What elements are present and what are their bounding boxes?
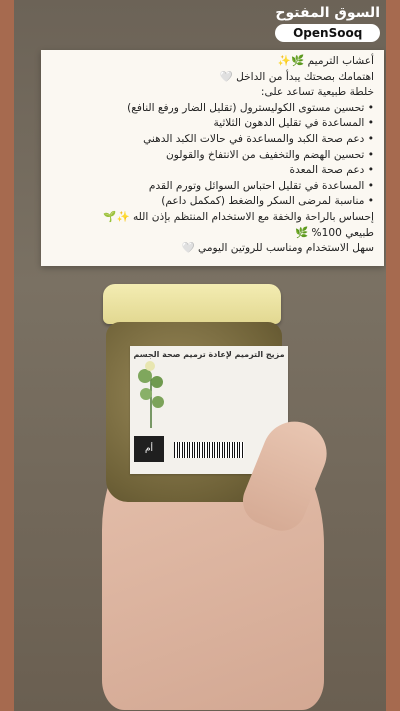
card-line: اهتمامك بصحتك يبدأ من الداخل 🤍 [219,70,374,83]
description-card: أعشاب الترميم 🌿✨ اهتمامك بصحتك يبدأ من ا… [41,50,384,266]
benefit-item: مناسبة لمرضى السكر والضغط (كمكمل داعم) [51,194,374,210]
benefit-item: دعم صحة المعدة [51,163,374,179]
brand-logo: أم [134,436,164,462]
card-line: سهل الاستخدام ومناسب للروتين اليومي 🤍 [181,242,374,255]
product-photo: أعشاب الترميم 🌿✨ اهتمامك بصحتك يبدأ من ا… [14,0,386,711]
card-line: إحساس بالراحة والخفة مع الاستخدام المنتظ… [103,210,374,223]
right-border [386,0,400,711]
logo-arabic: السوق المفتوح [275,5,380,21]
logo-english: OpenSooq [275,24,380,42]
barcode [174,442,244,458]
benefit-item: دعم صحة الكبد والمساعدة في حالات الكبد ا… [51,132,374,148]
card-line: خلطة طبيعية تساعد على: [260,86,374,99]
jar-lid [103,284,281,324]
benefit-item: تحسين مستوى الكوليسترول (تقليل الضار ورف… [51,101,374,117]
card-line: طبيعي 100% 🌿 [295,226,374,239]
opensooq-logo: السوق المفتوح OpenSooq [275,4,380,42]
left-border [0,0,14,711]
benefit-item: المساعدة في تقليل الدهون الثلاثية [51,116,374,132]
card-title: أعشاب الترميم 🌿✨ [277,55,374,67]
benefit-item: المساعدة في تقليل احتباس السوائل وتورم ا… [51,179,374,195]
jar-scene: مزيج الترميم لإعادة ترميم صحة الجسم أم [14,270,386,711]
plant-illustration [138,361,164,428]
benefit-item: تحسين الهضم والتخفيف من الانتفاخ والقولو… [51,148,374,164]
